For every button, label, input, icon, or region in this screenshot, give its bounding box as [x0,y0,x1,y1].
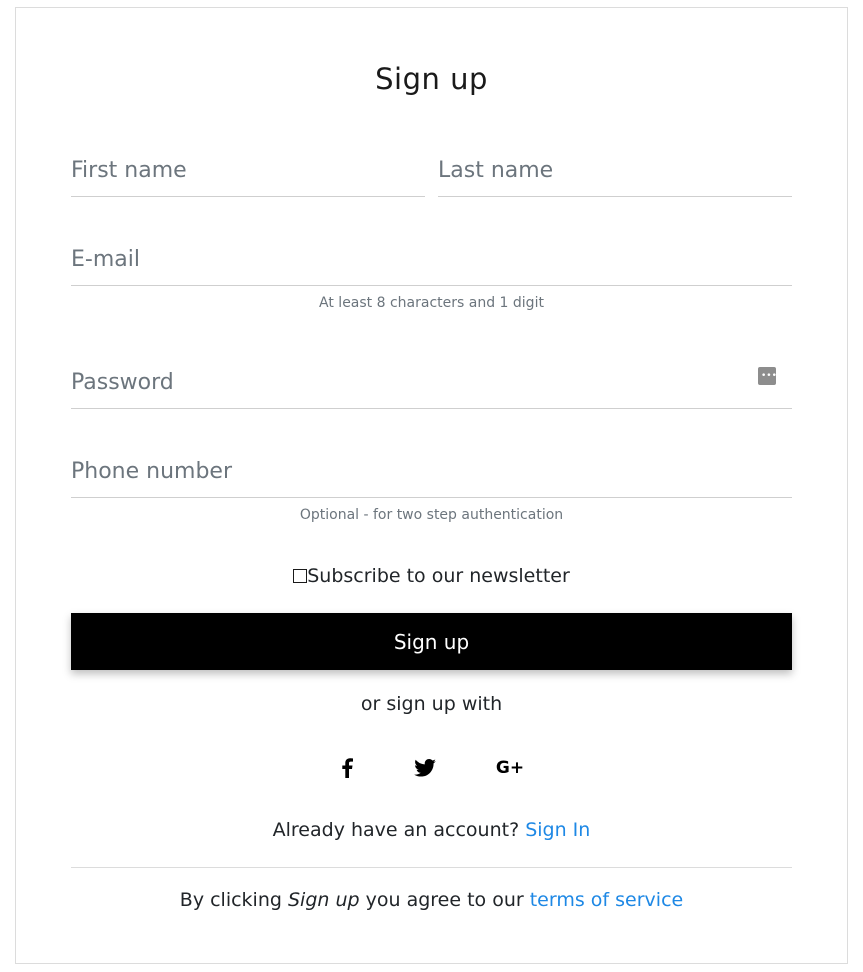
newsletter-checkbox[interactable] [293,569,308,583]
signin-row: Already have an account? Sign In [0,819,863,841]
terms-emphasis: Sign up [287,889,360,911]
last-name-field [438,150,792,197]
google-plus-icon[interactable]: G+ [490,752,530,784]
newsletter-row: Subscribe to our newsletter [0,565,863,587]
signup-button[interactable]: Sign up [71,613,792,670]
phone-field [71,451,792,498]
email-hint: At least 8 characters and 1 digit [319,295,544,311]
twitter-icon[interactable] [405,752,445,784]
terms-middle: you agree to our [365,889,524,911]
password-input[interactable] [71,362,792,402]
or-sign-up-with: or sign up with [360,693,503,715]
page-title: Sign up [375,62,488,96]
email-field [71,239,792,286]
password-field: ••• [71,362,792,409]
first-name-field [71,150,425,197]
last-name-input[interactable] [438,150,792,190]
newsletter-label[interactable]: Subscribe to our newsletter [307,565,570,587]
password-manager-icon[interactable]: ••• [758,367,777,385]
email-input[interactable] [71,239,792,279]
divider [71,867,792,868]
terms-row: By clicking Sign up you agree to our ter… [0,889,863,911]
signin-link[interactable]: Sign In [525,819,590,841]
phone-hint: Optional - for two step authentication [299,507,564,523]
terms-prefix: By clicking [179,889,282,911]
phone-input[interactable] [71,451,792,491]
signin-prompt: Already have an account? [272,819,520,841]
facebook-icon[interactable] [327,752,367,784]
terms-link[interactable]: terms of service [530,889,683,911]
first-name-input[interactable] [71,150,425,190]
